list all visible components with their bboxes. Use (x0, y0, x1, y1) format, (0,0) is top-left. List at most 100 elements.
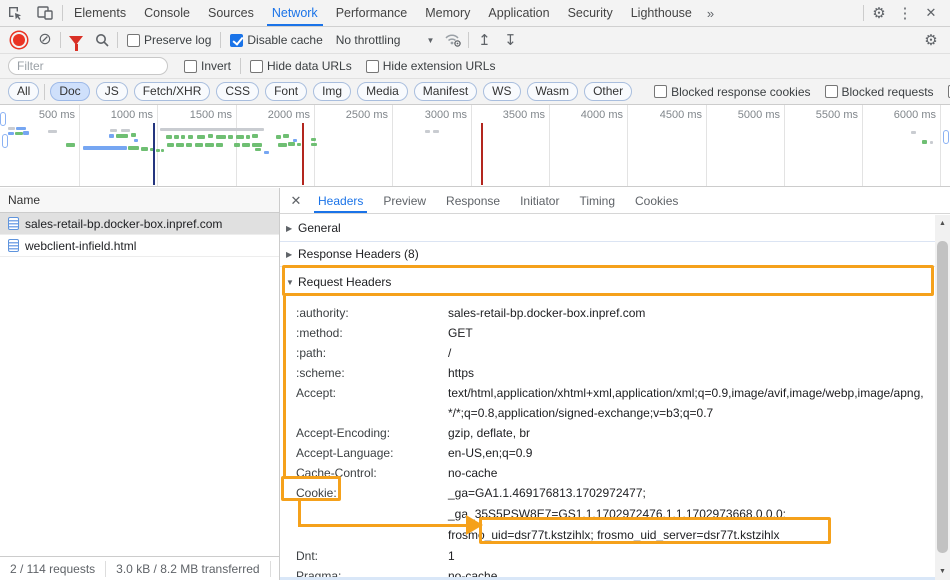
overview-selection-handle[interactable] (0, 112, 6, 126)
import-har-icon[interactable]: ↥ (471, 28, 497, 52)
section-request-headers[interactable]: ▼ Request Headers (280, 267, 935, 297)
overview-selection-handle[interactable] (943, 130, 949, 144)
export-har-icon[interactable]: ↧ (497, 28, 523, 52)
close-details-icon[interactable]: ✕ (284, 188, 308, 213)
type-pill-manifest[interactable]: Manifest (414, 82, 477, 101)
waterfall-bar (134, 139, 138, 142)
type-pill-all[interactable]: All (8, 82, 39, 101)
checkbox-unchecked[interactable] (250, 60, 263, 73)
close-devtools-icon[interactable]: ✕ (918, 5, 944, 21)
waterfall-bar (433, 130, 439, 133)
header-row: Accept-Language:en-US,en;q=0.9 (296, 443, 935, 463)
checkbox-unchecked[interactable] (654, 85, 667, 98)
scroll-up-arrow[interactable]: ▲ (935, 215, 950, 232)
waterfall-bar (174, 135, 179, 139)
waterfall-bar (205, 143, 214, 147)
record-network-log-button[interactable] (6, 28, 32, 52)
type-pill-font[interactable]: Font (265, 82, 307, 101)
overview-selection-handle[interactable] (2, 134, 8, 148)
request-row[interactable]: sales-retail-bp.docker-box.inpref.com (0, 213, 279, 235)
checkbox-unchecked[interactable] (184, 60, 197, 73)
details-scrollbar[interactable]: ▲ ▼ (935, 215, 950, 580)
clear-network-log-button[interactable]: ⊘ (32, 28, 58, 52)
preserve-log-checkbox[interactable]: Preserve log (127, 33, 211, 47)
tab-network[interactable]: Network (263, 0, 327, 26)
checkbox-checked[interactable] (230, 34, 243, 47)
hide-data-urls-checkbox[interactable]: Hide data URLs (250, 59, 352, 73)
details-tab-preview[interactable]: Preview (373, 188, 436, 213)
disable-cache-checkbox[interactable]: Disable cache (230, 33, 322, 47)
blocked-response-cookies-checkbox[interactable]: Blocked response cookies (654, 85, 810, 99)
overview-gridline (940, 105, 941, 186)
type-pill-ws[interactable]: WS (483, 82, 520, 101)
more-tabs-chevron[interactable]: » (701, 0, 718, 26)
kebab-menu-icon[interactable]: ⋮ (892, 4, 918, 22)
tab-console[interactable]: Console (135, 0, 199, 26)
header-row: :scheme:https (296, 363, 935, 383)
tab-lighthouse[interactable]: Lighthouse (622, 0, 701, 26)
network-settings-gear-icon[interactable]: ⚙ (918, 28, 944, 52)
tab-sources[interactable]: Sources (199, 0, 263, 26)
filter-funnel-icon[interactable] (63, 28, 89, 52)
throttling-dropdown[interactable]: No throttling ▼ (336, 33, 435, 47)
waterfall-bar (161, 149, 164, 152)
details-tab-cookies[interactable]: Cookies (625, 188, 688, 213)
scrollbar-thumb[interactable] (937, 241, 948, 553)
tab-security[interactable]: Security (559, 0, 622, 26)
tab-application[interactable]: Application (479, 0, 558, 26)
waterfall-bar (216, 143, 223, 147)
network-overview-timeline[interactable]: 500 ms1000 ms1500 ms2000 ms2500 ms3000 m… (0, 105, 950, 187)
waterfall-bar (311, 138, 316, 141)
details-tab-timing[interactable]: Timing (569, 188, 625, 213)
blocked-requests-checkbox[interactable]: Blocked requests (825, 85, 934, 99)
details-tab-initiator[interactable]: Initiator (510, 188, 569, 213)
section-general[interactable]: ▶ General (280, 215, 935, 242)
waterfall-bar (15, 132, 23, 135)
type-pill-img[interactable]: Img (313, 82, 351, 101)
header-key: Accept-Encoding: (296, 423, 448, 443)
type-pill-js[interactable]: JS (96, 82, 128, 101)
overview-gridline (471, 105, 472, 186)
type-pill-fetch-xhr[interactable]: Fetch/XHR (134, 82, 211, 101)
request-row[interactable]: webclient-infield.html (0, 235, 279, 257)
overview-gridline (157, 105, 158, 186)
checkbox-unchecked[interactable] (825, 85, 838, 98)
waterfall-bar (83, 146, 127, 150)
network-conditions-icon[interactable] (440, 28, 466, 52)
waterfall-bar (8, 127, 15, 130)
hide-extension-urls-checkbox[interactable]: Hide extension URLs (366, 59, 496, 73)
section-response-headers[interactable]: ▶ Response Headers (8) (280, 242, 935, 267)
type-pill-other[interactable]: Other (584, 82, 632, 101)
waterfall-bar (23, 131, 29, 135)
scroll-down-arrow[interactable]: ▼ (935, 563, 950, 580)
settings-gear-icon[interactable]: ⚙ (866, 6, 892, 21)
overview-gridline (549, 105, 550, 186)
tab-performance[interactable]: Performance (327, 0, 417, 26)
name-column-header[interactable]: Name (0, 188, 279, 213)
waterfall-bar (181, 135, 185, 139)
device-toolbar-icon[interactable] (30, 0, 60, 26)
type-pill-wasm[interactable]: Wasm (527, 82, 579, 101)
checkbox-unchecked[interactable] (366, 60, 379, 73)
waterfall-bar (288, 142, 295, 146)
waterfall-bar (276, 135, 281, 139)
waterfall-bar (246, 135, 250, 139)
triangle-collapsed-icon: ▶ (286, 224, 298, 233)
overview-gridline (392, 105, 393, 186)
details-tab-headers[interactable]: Headers (308, 188, 373, 213)
type-pill-media[interactable]: Media (357, 82, 408, 101)
header-key: Accept-Language: (296, 443, 448, 463)
invert-checkbox[interactable]: Invert (184, 59, 231, 73)
type-pill-css[interactable]: CSS (216, 82, 259, 101)
filter-input[interactable] (8, 57, 168, 75)
checkbox-unchecked[interactable] (127, 34, 140, 47)
details-tab-response[interactable]: Response (436, 188, 510, 213)
overview-tick-label: 3500 ms (503, 109, 545, 121)
tab-memory[interactable]: Memory (416, 0, 479, 26)
inspect-element-icon[interactable] (0, 0, 30, 26)
tab-elements[interactable]: Elements (65, 0, 135, 26)
type-pill-doc[interactable]: Doc (50, 82, 89, 101)
search-icon[interactable] (89, 28, 115, 52)
chevron-down-icon: ▼ (426, 36, 434, 45)
waterfall-bar (131, 133, 136, 137)
